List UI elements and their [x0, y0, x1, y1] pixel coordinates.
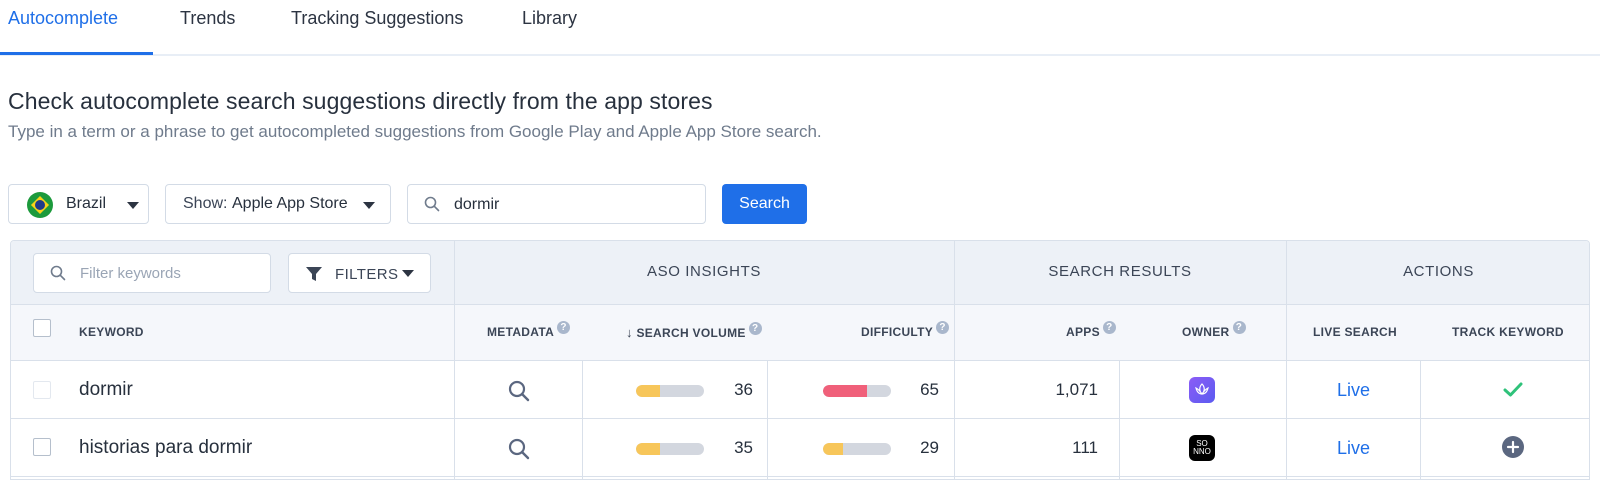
chevron-down-icon	[127, 202, 139, 209]
column-track-keyword: TRACK KEYWORD	[1452, 325, 1564, 339]
search-volume-fill	[636, 385, 661, 397]
page-title: Check autocomplete search suggestions di…	[8, 88, 713, 114]
apps-count: 111	[1072, 438, 1098, 457]
owner-app-icon	[1189, 377, 1215, 403]
search-field	[407, 184, 706, 224]
search-volume-bar	[636, 385, 704, 397]
active-tab-indicator	[0, 52, 153, 55]
select-all-checkbox[interactable]	[33, 319, 51, 337]
search-volume-value: 35	[734, 438, 753, 457]
apps-count: 1,071	[1055, 380, 1098, 399]
help-icon: ?	[557, 321, 571, 334]
tab-tracking-suggestions[interactable]: Tracking Suggestions	[291, 0, 463, 56]
filter-keywords-input[interactable]: Filter keywords	[33, 253, 271, 293]
row-checkbox[interactable]	[33, 381, 51, 399]
filters-button[interactable]: FILTERS	[288, 253, 431, 293]
search-button[interactable]: Search	[722, 184, 807, 224]
owner-app-icon: SO NNO	[1189, 435, 1215, 461]
store-label: Apple App Store	[232, 195, 348, 212]
column-keyword[interactable]: KEYWORD	[79, 325, 144, 339]
filter-placeholder: Filter keywords	[80, 265, 181, 282]
column-live-search: LIVE SEARCH	[1313, 325, 1397, 339]
search-volume-value: 36	[734, 380, 753, 399]
search-input[interactable]	[454, 192, 694, 218]
tab-trends[interactable]: Trends	[180, 0, 235, 56]
country-label: Brazil	[66, 195, 107, 212]
difficulty-value: 29	[920, 438, 939, 457]
search-icon	[50, 265, 66, 281]
keyword-cell: historias para dormir	[79, 437, 253, 458]
difficulty-fill	[823, 385, 868, 397]
tab-library[interactable]: Library	[522, 0, 577, 56]
search-volume-fill	[636, 443, 660, 455]
search-volume-bar	[636, 443, 704, 455]
add-track-icon[interactable]	[1502, 436, 1524, 458]
column-difficulty[interactable]: DIFFICULTY?	[861, 321, 950, 340]
tab-autocomplete[interactable]: Autocomplete	[8, 0, 118, 56]
page-subtitle: Type in a term or a phrase to get autoco…	[8, 122, 822, 141]
group-search-results: SEARCH RESULTS	[1048, 263, 1192, 280]
sort-arrow-down-icon: ↓	[626, 325, 633, 340]
difficulty-bar	[823, 385, 891, 397]
row-checkbox[interactable]	[33, 438, 51, 456]
help-icon: ?	[936, 321, 950, 334]
filter-icon	[306, 267, 322, 281]
metadata-search-icon[interactable]	[508, 438, 530, 460]
metadata-search-icon[interactable]	[508, 380, 530, 402]
live-search-link[interactable]: Live	[1337, 438, 1370, 459]
column-search-volume[interactable]: ↓ SEARCH VOLUME?	[626, 322, 762, 341]
column-owner: OWNER?	[1182, 321, 1246, 340]
brazil-flag-icon	[27, 192, 53, 218]
checkmark-icon[interactable]	[1503, 382, 1523, 398]
country-select[interactable]: Brazil	[8, 184, 149, 224]
difficulty-value: 65	[920, 380, 939, 399]
help-icon: ?	[748, 322, 762, 335]
store-select[interactable]: Show: Apple App Store	[165, 184, 391, 224]
lotus-icon	[1195, 383, 1209, 395]
help-icon: ?	[1102, 321, 1116, 334]
chevron-down-icon	[402, 270, 414, 277]
keyword-cell: dormir	[79, 379, 133, 400]
chevron-down-icon	[363, 202, 375, 209]
column-apps[interactable]: APPS?	[1066, 321, 1116, 340]
difficulty-bar	[823, 443, 891, 455]
help-icon: ?	[1232, 321, 1246, 334]
difficulty-fill	[823, 443, 843, 455]
keyword-table: Filter keywords FILTERS ASO INSIGHTS SEA…	[10, 240, 1590, 480]
column-metadata: METADATA?	[487, 321, 571, 340]
live-search-link[interactable]: Live	[1337, 380, 1370, 401]
filters-label: FILTERS	[335, 266, 399, 283]
search-icon	[424, 196, 440, 212]
group-aso-insights: ASO INSIGHTS	[647, 263, 761, 280]
store-prefix: Show:	[183, 195, 228, 212]
group-actions: ACTIONS	[1403, 263, 1474, 280]
tab-bar: Autocomplete Trends Tracking Suggestions…	[0, 0, 1600, 56]
